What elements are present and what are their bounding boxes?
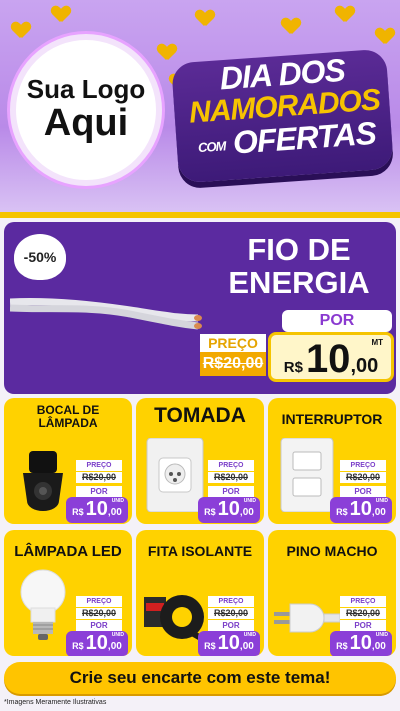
product-price: R$ 10 ,00 UNID	[330, 497, 392, 523]
product-card-lampada-led[interactable]: LÂMPADA LED PREÇO R$20,00 POR R$ 10 ,00 …	[4, 530, 132, 656]
por-label: POR	[208, 620, 254, 631]
product-card-pino-macho[interactable]: PINO MACHO PREÇO R$20,00 POR R$ 10 ,00 U…	[268, 530, 396, 656]
price-int: 10	[85, 498, 108, 520]
heart-icon	[196, 10, 214, 26]
featured-price: R$ 10 ,00 MT	[268, 332, 394, 382]
por-label: POR	[76, 486, 122, 497]
por-label: POR	[208, 486, 254, 497]
currency: R$	[336, 641, 348, 651]
logo-placeholder: Sua Logo Aqui	[10, 34, 162, 186]
currency: R$	[204, 507, 216, 517]
preco-label: PREÇO	[340, 460, 386, 471]
heart-icon	[158, 44, 176, 60]
old-price: R$20,00	[340, 472, 386, 483]
featured-product-card[interactable]: -50% FIO DE ENERGIA POR PREÇO R$20,00 R$…	[4, 222, 396, 394]
heart-icon	[12, 22, 30, 38]
heart-icon	[376, 28, 394, 44]
product-price: R$ 10 ,00 UNID	[66, 497, 128, 523]
featured-preco-label: PREÇO	[200, 334, 266, 352]
led-bulb-icon	[10, 569, 76, 640]
product-title: INTERRUPTOR	[281, 411, 383, 427]
currency: R$	[336, 507, 348, 517]
price-dec: ,00	[371, 641, 386, 652]
currency: R$	[72, 507, 84, 517]
product-card-tomada[interactable]: TOMADA PREÇO R$20,00 POR R$ 10 ,00 UNID	[136, 398, 264, 524]
campaign-title: DIA DOS NAMORADOS COM OFERTAS	[179, 51, 390, 162]
logo-text-line2: Aqui	[43, 101, 129, 144]
preco-label: PREÇO	[208, 596, 254, 607]
price-int: 10	[217, 632, 240, 654]
unit: UNID	[375, 498, 388, 504]
heart-icon	[336, 6, 354, 22]
heart-icon	[282, 18, 300, 34]
unit: UNID	[243, 498, 256, 504]
featured-title-line1: FIO DE	[247, 232, 351, 267]
price-int: 10	[349, 632, 372, 654]
product-title: TOMADA	[154, 404, 246, 427]
featured-title: FIO DE ENERGIA	[204, 232, 394, 300]
featured-por-label: POR	[282, 310, 392, 332]
featured-price-dec: ,00	[350, 355, 379, 377]
featured-title-line2: ENERGIA	[228, 264, 370, 300]
price-dec: ,00	[371, 507, 386, 518]
featured-price-int: 10	[305, 337, 351, 381]
header-banner: Sua Logo Aqui DIA DOS NAMORADOS COM OFER…	[0, 0, 400, 212]
por-label: POR	[76, 620, 122, 631]
heart-icon	[52, 6, 70, 22]
unit: UNID	[111, 498, 124, 504]
product-title: BOCAL DE LÂMPADA	[36, 403, 100, 431]
preco-label: PREÇO	[208, 460, 254, 471]
product-card-interruptor[interactable]: INTERRUPTOR PREÇO R$20,00 POR R$ 10 ,00 …	[268, 398, 396, 524]
old-price: R$20,00	[208, 608, 254, 619]
product-price: R$ 10 ,00 UNID	[66, 631, 128, 656]
logo-text-line1: Sua Logo	[26, 74, 146, 105]
unit: UNID	[243, 632, 256, 638]
electric-cable-icon	[10, 297, 202, 330]
por-label: POR	[340, 620, 386, 631]
price-int: 10	[217, 498, 240, 520]
preco-label: PREÇO	[340, 596, 386, 607]
product-price: R$ 10 ,00 UNID	[198, 497, 260, 523]
header-separator	[0, 212, 400, 218]
price-dec: ,00	[239, 641, 254, 652]
featured-old-price: R$20,00	[200, 352, 266, 376]
price-int: 10	[349, 498, 372, 520]
product-title: FITA ISOLANTE	[147, 543, 253, 559]
old-price: R$20,00	[340, 608, 386, 619]
price-int: 10	[85, 632, 108, 654]
unit: UNID	[111, 632, 124, 638]
product-price: R$ 10 ,00 UNID	[198, 631, 260, 656]
old-price: R$20,00	[208, 472, 254, 483]
title-line3-small: COM	[197, 138, 226, 156]
preco-label: PREÇO	[76, 596, 122, 607]
unit: UNID	[375, 632, 388, 638]
product-card-bocal[interactable]: BOCAL DE LÂMPADA PREÇO R$20,00 POR R$ 10…	[4, 398, 132, 524]
currency: R$	[72, 641, 84, 651]
product-title: PINO MACHO	[286, 543, 378, 559]
featured-unit: MT	[371, 338, 383, 347]
price-dec: ,00	[107, 507, 122, 518]
featured-currency: R$	[283, 359, 303, 376]
footnote: *Imagens Meramente Ilustrativas	[4, 699, 107, 706]
old-price: R$20,00	[76, 472, 122, 483]
currency: R$	[204, 641, 216, 651]
por-label: POR	[340, 486, 386, 497]
create-flyer-button[interactable]: Crie seu encarte com este tema!	[4, 662, 396, 694]
price-dec: ,00	[239, 507, 254, 518]
product-card-fita-isolante[interactable]: FITA ISOLANTE PREÇO R$20,00 POR R$ 10 ,0…	[136, 530, 264, 656]
product-title: LÂMPADA LED	[14, 543, 122, 560]
product-price: R$ 10 ,00 UNID	[330, 631, 392, 656]
price-dec: ,00	[107, 641, 122, 652]
old-price: R$20,00	[76, 608, 122, 619]
discount-badge: -50%	[14, 234, 66, 280]
preco-label: PREÇO	[76, 460, 122, 471]
